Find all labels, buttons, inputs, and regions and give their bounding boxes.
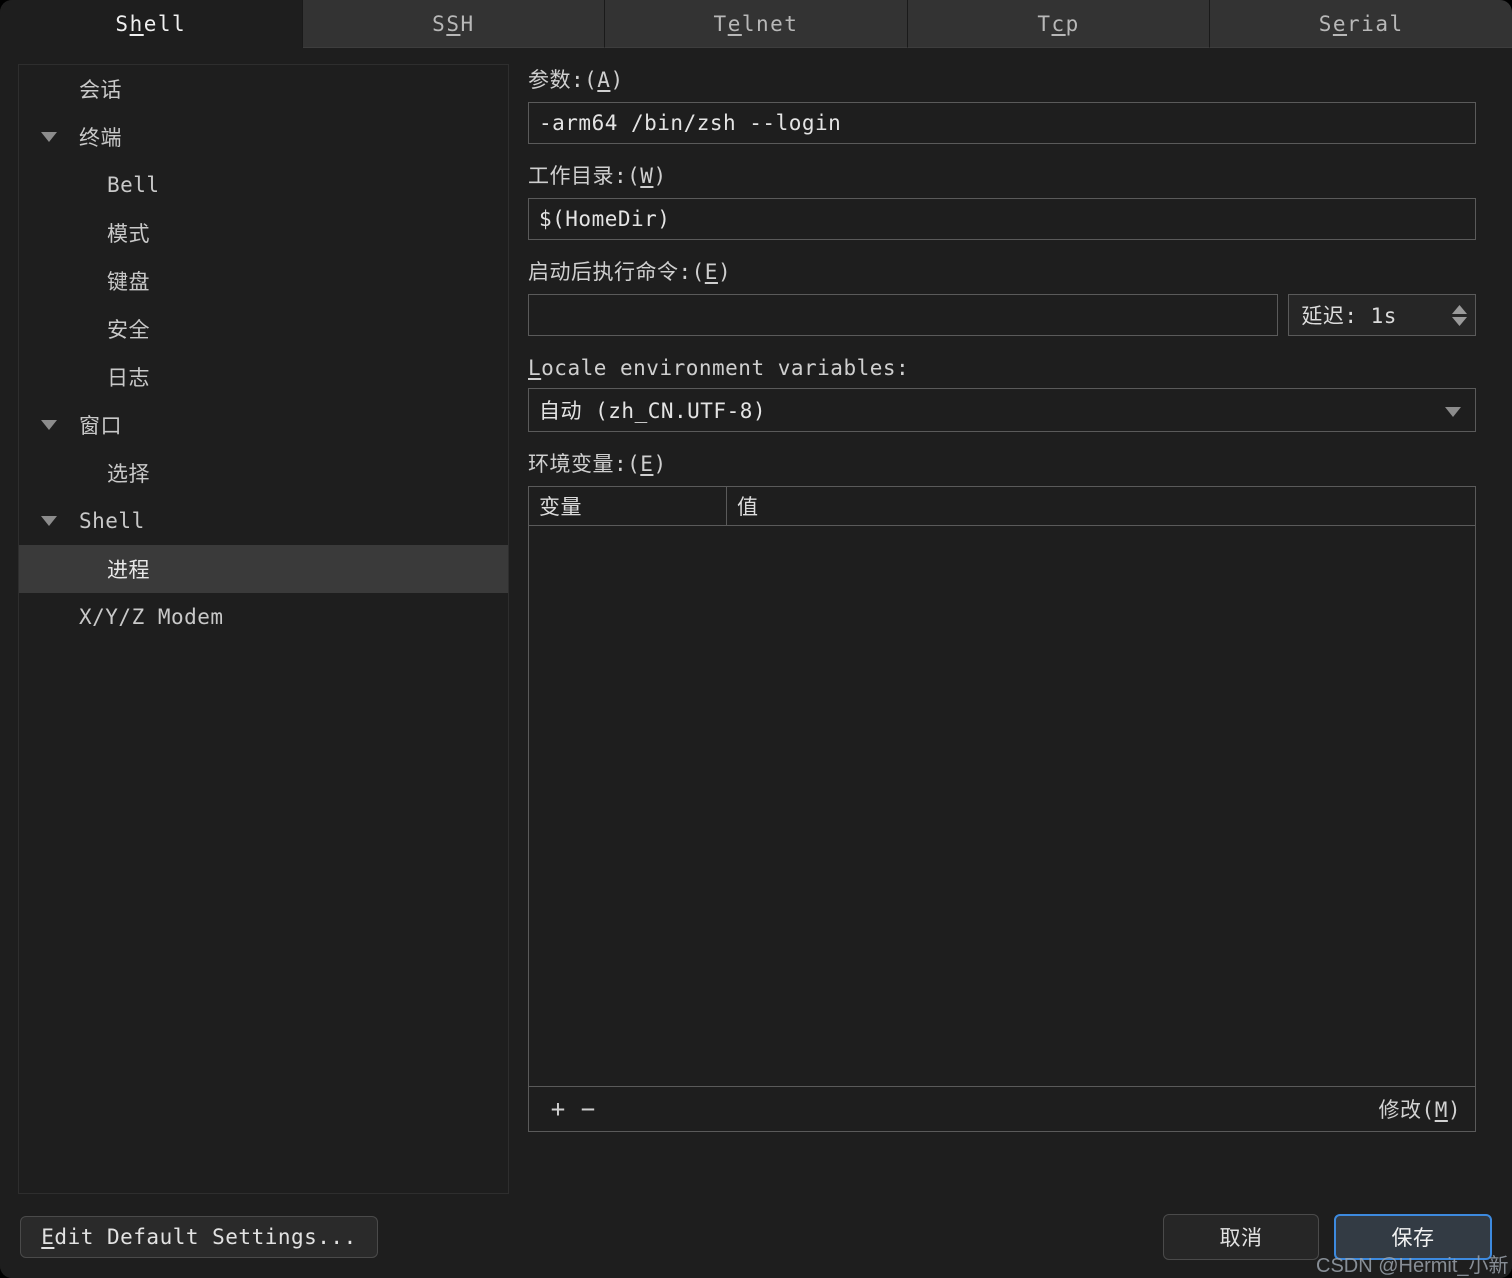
env-table[interactable]: 变量 值 + − 修改(M) <box>528 486 1476 1132</box>
tab-serial-label: Serial <box>1318 11 1404 36</box>
tab-shell-label: Shell <box>115 11 187 36</box>
env-label-mnemonic: E <box>640 452 654 476</box>
tab-tcp-label: Tcp <box>1037 11 1080 36</box>
args-input[interactable] <box>528 102 1476 144</box>
locale-select[interactable]: 自动 (zh_CN.UTF-8) <box>528 388 1476 432</box>
sidebar-item-window[interactable]: 窗口 <box>19 401 508 449</box>
startup-command-input[interactable] <box>528 294 1279 336</box>
watermark: CSDN @Hermit_小新 <box>1316 1255 1509 1277</box>
tab-tcp[interactable]: Tcp <box>907 0 1211 48</box>
locale-label-mnemonic: L <box>528 356 542 380</box>
sidebar-item-label: 终端 <box>79 126 122 150</box>
delay-value: 延迟: 1s <box>1301 304 1397 328</box>
tab-telnet-label: Telnet <box>713 11 799 36</box>
edit-default-settings-button[interactable]: Edit Default Settings... <box>20 1216 378 1258</box>
tab-ssh[interactable]: SSH <box>302 0 606 48</box>
remove-icon[interactable]: − <box>573 1095 603 1123</box>
chevron-down-icon[interactable] <box>1445 398 1461 422</box>
tab-telnet[interactable]: Telnet <box>605 0 908 48</box>
tab-shell-mnemonic: h <box>129 11 144 36</box>
tab-serial-mnemonic: e <box>1332 11 1348 36</box>
env-table-body[interactable] <box>529 526 1475 1086</box>
sidebar-item-log[interactable]: 日志 <box>19 353 508 401</box>
workdir-label-mnemonic: W <box>640 164 654 188</box>
sidebar-item-label: X/Y/Z Modem <box>79 605 224 629</box>
chevron-up-icon <box>1452 304 1467 314</box>
sidebar-item-process[interactable]: 进程 <box>19 545 508 593</box>
sidebar-item-security[interactable]: 安全 <box>19 305 508 353</box>
sidebar-item-label: 窗口 <box>79 414 122 438</box>
startup-command-label-mnemonic: E <box>704 260 718 284</box>
env-label: 环境变量:(E) <box>528 452 667 476</box>
sidebar-item-terminal[interactable]: 终端 <box>19 113 508 161</box>
workdir-input[interactable] <box>528 198 1476 240</box>
delay-stepper[interactable]: 延迟: 1s <box>1288 294 1476 336</box>
sidebar-item-label: 安全 <box>107 318 150 342</box>
sidebar-item-keyboard[interactable]: 键盘 <box>19 257 508 305</box>
tab-bar: Shell SSH Telnet Tcp Serial <box>0 0 1512 48</box>
dialog-footer: Edit Default Settings... 取消 保存 <box>0 1196 1512 1278</box>
tab-tcp-mnemonic: c <box>1051 11 1066 36</box>
sidebar-item-bell[interactable]: Bell <box>19 161 508 209</box>
env-table-toolbar: + − 修改(M) <box>529 1086 1475 1131</box>
edit-default-settings-mnemonic: E <box>41 1225 55 1249</box>
tab-shell[interactable]: Shell <box>0 0 303 48</box>
locale-label: Locale environment variables: <box>528 356 910 380</box>
add-icon[interactable]: + <box>543 1095 573 1123</box>
sidebar-item-selection[interactable]: 选择 <box>19 449 508 497</box>
sidebar-item-mode[interactable]: 模式 <box>19 209 508 257</box>
settings-pane: 参数:(A) 工作目录:(W) 启动后执行命令:(E) 延迟: 1s <box>528 64 1476 1194</box>
sidebar-item-label: 日志 <box>107 366 150 390</box>
cancel-button-label: 取消 <box>1219 1226 1263 1250</box>
tab-serial[interactable]: Serial <box>1210 0 1512 48</box>
tab-ssh-label: SSH <box>432 11 475 36</box>
env-column-value: 值 <box>737 495 759 519</box>
args-label-mnemonic: A <box>597 68 611 92</box>
sidebar-item-label: Bell <box>107 173 160 197</box>
sidebar-item-label: 键盘 <box>107 270 150 294</box>
args-label: 参数:(A) <box>528 68 624 92</box>
stepper-arrows[interactable] <box>1452 304 1467 326</box>
settings-tree[interactable]: 会话 终端 Bell 模式 键盘 安全 日志 窗口 选择 Shell 进程 X/… <box>18 64 509 1194</box>
locale-selected-value: 自动 (zh_CN.UTF-8) <box>539 399 767 423</box>
cancel-button[interactable]: 取消 <box>1163 1214 1319 1260</box>
sidebar-item-label: 模式 <box>107 222 150 246</box>
startup-command-label: 启动后执行命令:(E) <box>528 260 732 284</box>
chevron-down-icon <box>1452 316 1467 326</box>
modify-button-mnemonic: M <box>1434 1098 1448 1122</box>
sidebar-item-label: 进程 <box>107 558 150 582</box>
sidebar-item-shell[interactable]: Shell <box>19 497 508 545</box>
sidebar-item-session[interactable]: 会话 <box>19 65 508 113</box>
edit-default-settings-label: Edit Default Settings... <box>41 1225 357 1249</box>
env-column-variable: 变量 <box>529 487 727 525</box>
chevron-down-icon[interactable] <box>35 132 63 142</box>
tab-ssh-mnemonic: S <box>446 11 461 36</box>
modify-button[interactable]: 修改(M) <box>1379 1094 1461 1124</box>
workdir-label: 工作目录:(W) <box>528 164 667 188</box>
sidebar-item-label: 会话 <box>79 78 122 102</box>
preferences-dialog: Shell SSH Telnet Tcp Serial 会话 终端 Bell 模… <box>0 0 1512 1278</box>
env-table-header: 变量 值 <box>529 487 1475 526</box>
startup-command-row: 延迟: 1s <box>528 294 1476 336</box>
tab-telnet-mnemonic: e <box>727 11 742 36</box>
sidebar-item-xyz-modem[interactable]: X/Y/Z Modem <box>19 593 508 641</box>
sidebar-item-label: Shell <box>79 509 145 533</box>
sidebar-item-label: 选择 <box>107 462 150 486</box>
chevron-down-icon[interactable] <box>35 420 63 430</box>
dialog-body: 会话 终端 Bell 模式 键盘 安全 日志 窗口 选择 Shell 进程 X/… <box>0 48 1512 1196</box>
chevron-down-icon[interactable] <box>35 516 63 526</box>
save-button-label: 保存 <box>1391 1226 1435 1250</box>
